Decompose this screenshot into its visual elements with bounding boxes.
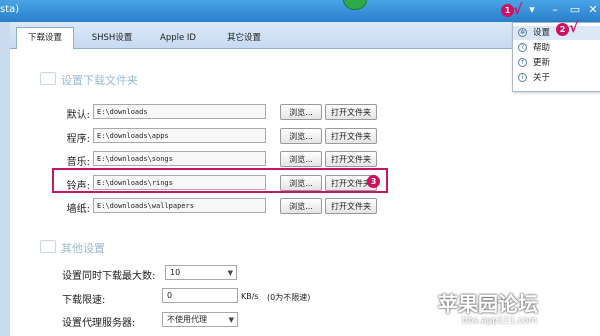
gear-icon: ✲ <box>518 28 527 37</box>
max-downloads-select[interactable]: 10 ▼ <box>165 265 237 280</box>
speed-limit-label: 下载限速: <box>62 295 106 306</box>
open-apps-folder-button[interactable]: 打开文件夹 <box>325 128 377 144</box>
menu-item-update[interactable]: ↑ 更新 <box>513 56 600 70</box>
tab-label: Apple ID <box>160 33 196 43</box>
settings-dropdown-icon[interactable]: ▾ <box>522 2 542 18</box>
close-icon[interactable]: ✕ <box>583 2 600 18</box>
select-value: 10 <box>170 268 181 277</box>
browse-default-button[interactable]: 浏览... <box>280 104 322 120</box>
speed-limit-input[interactable]: 0 <box>162 288 238 303</box>
dropdown-arrow-icon: ▼ <box>227 269 233 277</box>
download-folder-section-title: 设置下载文件夹 <box>40 72 138 88</box>
info-icon: i <box>518 73 527 82</box>
check-mark: √ <box>569 20 579 36</box>
highlight-box <box>52 168 388 193</box>
browse-wallpaper-button[interactable]: 浏览... <box>280 198 322 214</box>
tab-label: 其它设置 <box>226 33 261 43</box>
music-folder-label: 音乐: <box>66 157 90 168</box>
step-marker-2: 2 <box>556 23 569 36</box>
section-title: 其他设置 <box>61 242 105 255</box>
open-default-folder-button[interactable]: 打开文件夹 <box>325 104 377 120</box>
open-music-folder-button[interactable]: 打开文件夹 <box>325 151 377 167</box>
wallpaper-folder-label: 墙纸: <box>66 204 90 215</box>
proxy-label: 设置代理服务器: <box>62 318 136 329</box>
tab-label: SHSH设置 <box>91 33 133 43</box>
default-folder-path[interactable]: E:\downloads <box>93 104 266 119</box>
left-edge <box>0 22 10 336</box>
browse-apps-button[interactable]: 浏览... <box>280 128 322 144</box>
watermark-url: bbs.app111.com <box>462 316 538 326</box>
tab-label: 下载设置 <box>27 33 62 43</box>
window-title: sta) <box>0 4 20 15</box>
tab-shsh-settings[interactable]: SHSH设置 <box>84 28 140 48</box>
restore-icon[interactable]: ▭ <box>565 2 585 18</box>
folder-icon <box>40 72 56 85</box>
check-mark: √ <box>513 2 523 18</box>
other-settings-section-title: 其他设置 <box>40 240 105 256</box>
default-folder-label: 默认: <box>66 110 90 121</box>
speed-unit: KB/s <box>241 292 259 301</box>
wallpaper-folder-path[interactable]: E:\downloads\wallpapers <box>93 198 266 213</box>
tab-apple-id[interactable]: Apple ID <box>150 28 206 48</box>
help-icon: ? <box>518 43 527 52</box>
step-marker-3: 3 <box>367 175 380 188</box>
menu-item-label: 更新 <box>533 58 551 68</box>
apps-folder-path[interactable]: E:\downloads\apps <box>93 128 266 143</box>
menu-item-help[interactable]: ? 帮助 <box>513 41 600 55</box>
settings-section-icon <box>40 240 56 253</box>
menu-item-label: 关于 <box>533 73 551 83</box>
proxy-select[interactable]: 不使用代理 ▼ <box>162 312 238 327</box>
menu-item-label: 设置 <box>533 28 551 38</box>
open-wallpaper-folder-button[interactable]: 打开文件夹 <box>325 198 377 214</box>
tab-other-settings[interactable]: 其它设置 <box>216 28 272 48</box>
dropdown-arrow-icon: ▼ <box>228 316 234 324</box>
section-title: 设置下载文件夹 <box>61 74 138 87</box>
menu-item-about[interactable]: i 关于 <box>513 71 600 85</box>
speed-hint: (0为不限速) <box>267 293 311 302</box>
music-folder-path[interactable]: E:\downloads\songs <box>93 151 266 166</box>
minimize-icon[interactable]: – <box>545 2 565 18</box>
browse-music-button[interactable]: 浏览... <box>280 151 322 167</box>
select-value: 不使用代理 <box>167 315 207 324</box>
watermark-logo: 苹果园论坛 <box>438 292 538 316</box>
update-icon: ↑ <box>518 58 527 67</box>
menu-item-label: 帮助 <box>533 43 551 53</box>
apps-folder-label: 程序: <box>66 134 90 145</box>
max-downloads-label: 设置同时下载最大数: <box>62 271 156 282</box>
tab-download-settings[interactable]: 下载设置 <box>16 27 74 50</box>
